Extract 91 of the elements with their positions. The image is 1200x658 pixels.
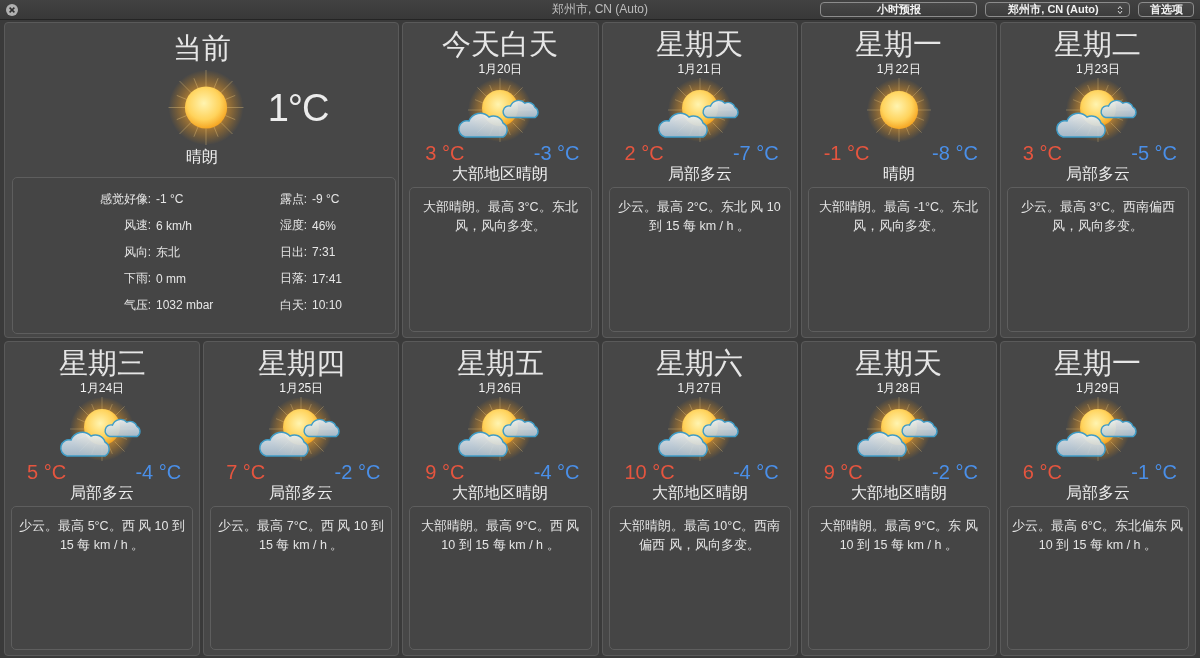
condition-text: 局部多云	[269, 482, 334, 503]
detail-label: 湿度:	[279, 217, 307, 235]
date-text: 1月28日	[876, 380, 921, 395]
day-name: 星期三	[58, 345, 146, 381]
high-temperature: 3 °C	[1022, 142, 1062, 164]
forecast-description: 少云。最高 5°C。西 风 10 到 15 每 km / h 。	[18, 517, 186, 554]
detail-label: 下雨:	[123, 270, 151, 288]
date-text: 1月22日	[876, 62, 921, 76]
low-temperature: -1 °C	[1131, 460, 1177, 483]
detail-value: -1 °C	[155, 192, 184, 207]
panel-heading: 当前	[172, 31, 231, 66]
current-temperature: 1°C	[267, 85, 329, 130]
forecast-description: 大部晴朗。最高 -1°C。东北风，风向多变。	[818, 199, 980, 235]
detail-value: 7:31	[311, 245, 336, 260]
low-temperature: -8 °C	[932, 142, 978, 164]
high-temperature: 2 °C	[624, 142, 664, 164]
low-temperature: -4 °C	[135, 460, 182, 483]
forecast-description: 少云。最高 3°C。西南偏西风，风向多变。	[1019, 199, 1177, 235]
day-name: 星期一	[855, 27, 943, 62]
detail-label: 感觉好像:	[99, 190, 151, 208]
date-text: 1月20日	[478, 62, 523, 76]
high-temperature: 9 °C	[823, 460, 863, 483]
detail-value: 17:41	[311, 271, 343, 286]
high-temperature: 9 °C	[425, 460, 465, 483]
low-temperature: -3 °C	[533, 142, 580, 164]
forecast-description: 大部晴朗。最高 3°C。东北风，风向多变。	[422, 199, 579, 235]
forecast-description: 大部晴朗。最高 9°C。西 风 10 到 15 每 km / h 。	[420, 517, 581, 554]
day-name: 星期五	[456, 345, 544, 381]
condition-text: 局部多云	[1065, 164, 1130, 184]
detail-label: 日落:	[279, 270, 307, 288]
date-text: 1月29日	[1075, 380, 1120, 395]
day-name: 星期六	[656, 345, 744, 381]
sun-icon	[864, 78, 933, 142]
detail-value: 0 mm	[155, 271, 186, 286]
low-temperature: -7 °C	[732, 142, 779, 164]
high-temperature: 3 °C	[425, 142, 465, 164]
detail-value: 46%	[311, 218, 337, 233]
condition-text: 局部多云	[667, 164, 732, 184]
condition-text: 大部地区晴朗	[651, 482, 748, 503]
detail-label: 气压:	[123, 296, 151, 314]
forecast-description: 大部晴朗。最高 9°C。东 风 10 到 15 每 km / h 。	[818, 517, 979, 554]
date-text: 1月23日	[1075, 62, 1120, 76]
condition-text: 局部多云	[70, 482, 135, 503]
day-name: 星期二	[1054, 27, 1142, 62]
preferences-button[interactable]: 首选项	[1138, 2, 1194, 17]
sun-icon	[165, 70, 246, 145]
forecast-description: 少云。最高 7°C。西 风 10 到 15 每 km / h 。	[217, 517, 386, 554]
date-text: 1月21日	[677, 62, 722, 76]
day-name: 星期天	[656, 27, 744, 62]
window-title: 郑州市, CN (Auto)	[552, 1, 648, 18]
high-temperature: 5 °C	[27, 460, 67, 483]
date-text: 1月26日	[478, 380, 523, 395]
low-temperature: -4 °C	[732, 460, 779, 483]
detail-label: 露点:	[279, 190, 307, 208]
condition-text: 局部多云	[1065, 482, 1130, 503]
high-temperature: 10 °C	[624, 460, 675, 483]
day-name: 星期天	[855, 345, 943, 381]
low-temperature: -2 °C	[932, 460, 978, 483]
condition-text: 大部地区晴朗	[850, 482, 947, 503]
forecast-description: 少云。最高 2°C。东北 风 10 到 15 每 km / h 。	[617, 199, 782, 235]
low-temperature: -4 °C	[533, 460, 580, 483]
condition-text: 晴朗	[185, 147, 218, 167]
location-select[interactable]: 郑州市, CN (Auto)	[985, 2, 1130, 17]
condition-text: 大部地区晴朗	[452, 164, 549, 184]
forecast-description: 大部晴朗。最高 10°C。西南偏西 风，风向多变。	[617, 517, 782, 554]
high-temperature: -1 °C	[823, 142, 870, 164]
low-temperature: -2 °C	[334, 460, 381, 483]
detail-value: 1032 mbar	[155, 298, 214, 313]
high-temperature: 7 °C	[226, 460, 266, 483]
detail-label: 风速:	[123, 217, 151, 235]
detail-value: -9 °C	[311, 192, 340, 207]
detail-label: 日出:	[279, 243, 307, 261]
detail-value: 东北	[155, 243, 180, 261]
high-temperature: 6 °C	[1022, 460, 1062, 483]
date-text: 1月25日	[279, 380, 324, 395]
condition-text: 晴朗	[882, 164, 915, 184]
close-icon[interactable]	[6, 3, 18, 16]
date-text: 1月24日	[80, 380, 125, 395]
detail-value: 10:10	[311, 298, 343, 313]
updown-chevron-icon	[1117, 4, 1123, 15]
forecast-description: 少云。最高 6°C。东北偏东 风 10 到 15 每 km / h 。	[1011, 517, 1185, 554]
hourly-forecast-button[interactable]: 小时预报	[820, 2, 977, 17]
day-name: 星期四	[257, 345, 345, 381]
detail-value: 6 km/h	[155, 218, 192, 233]
detail-label: 白天:	[279, 296, 307, 314]
day-name: 今天白天	[442, 27, 559, 62]
day-name: 星期一	[1054, 345, 1142, 381]
low-temperature: -5 °C	[1131, 142, 1177, 164]
condition-text: 大部地区晴朗	[452, 482, 549, 503]
detail-label: 风向:	[123, 243, 151, 261]
date-text: 1月27日	[677, 380, 722, 395]
